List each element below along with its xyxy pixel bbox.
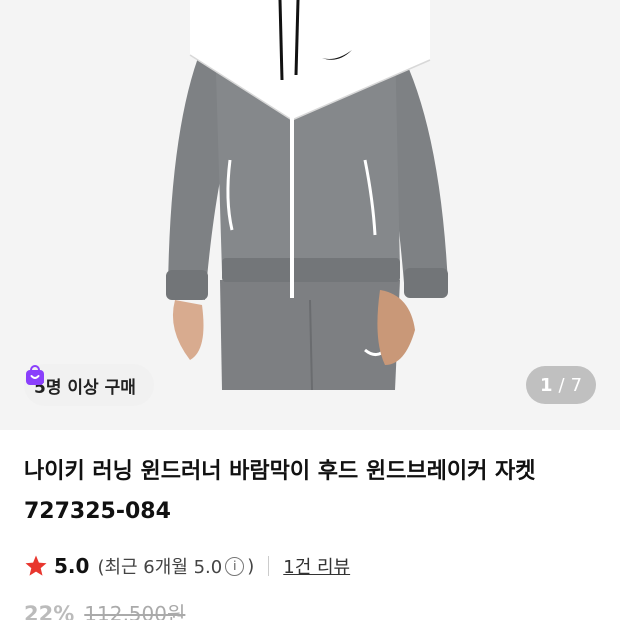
shopping-bag-icon — [26, 365, 44, 385]
product-image[interactable]: 5명 이상 구매 1 / 7 — [0, 0, 620, 430]
reviews-link[interactable]: 1건 리뷰 — [283, 553, 350, 579]
product-title: 나이키 러닝 윈드러너 바람막이 후드 윈드브레이커 자켓 727325-084 — [24, 459, 536, 524]
recent-rating-close: ) — [247, 555, 255, 577]
recent-rating: (최근 6개월 5.0 i ) — [97, 553, 254, 579]
recent-rating-text: (최근 6개월 5.0 — [97, 557, 223, 578]
pager-current: 1 — [539, 374, 553, 396]
rating-value: 5.0 — [54, 554, 90, 578]
buyer-count-badge: 5명 이상 구매 — [24, 364, 154, 406]
pager-total: 7 — [570, 374, 583, 396]
star-icon — [25, 555, 47, 576]
info-icon[interactable]: i — [225, 556, 245, 576]
buyer-count-label: 5명 이상 구매 — [34, 377, 136, 398]
original-price: 112,500원 — [84, 602, 186, 620]
divider — [268, 556, 270, 576]
pager-separator: / — [558, 374, 565, 396]
discount-rate: 22% — [24, 602, 75, 620]
image-pager: 1 / 7 — [526, 366, 596, 404]
rating-row: 5.0 (최근 6개월 5.0 i ) 1건 리뷰 — [24, 548, 350, 584]
price-row: 22% 112,500원 — [24, 598, 185, 620]
